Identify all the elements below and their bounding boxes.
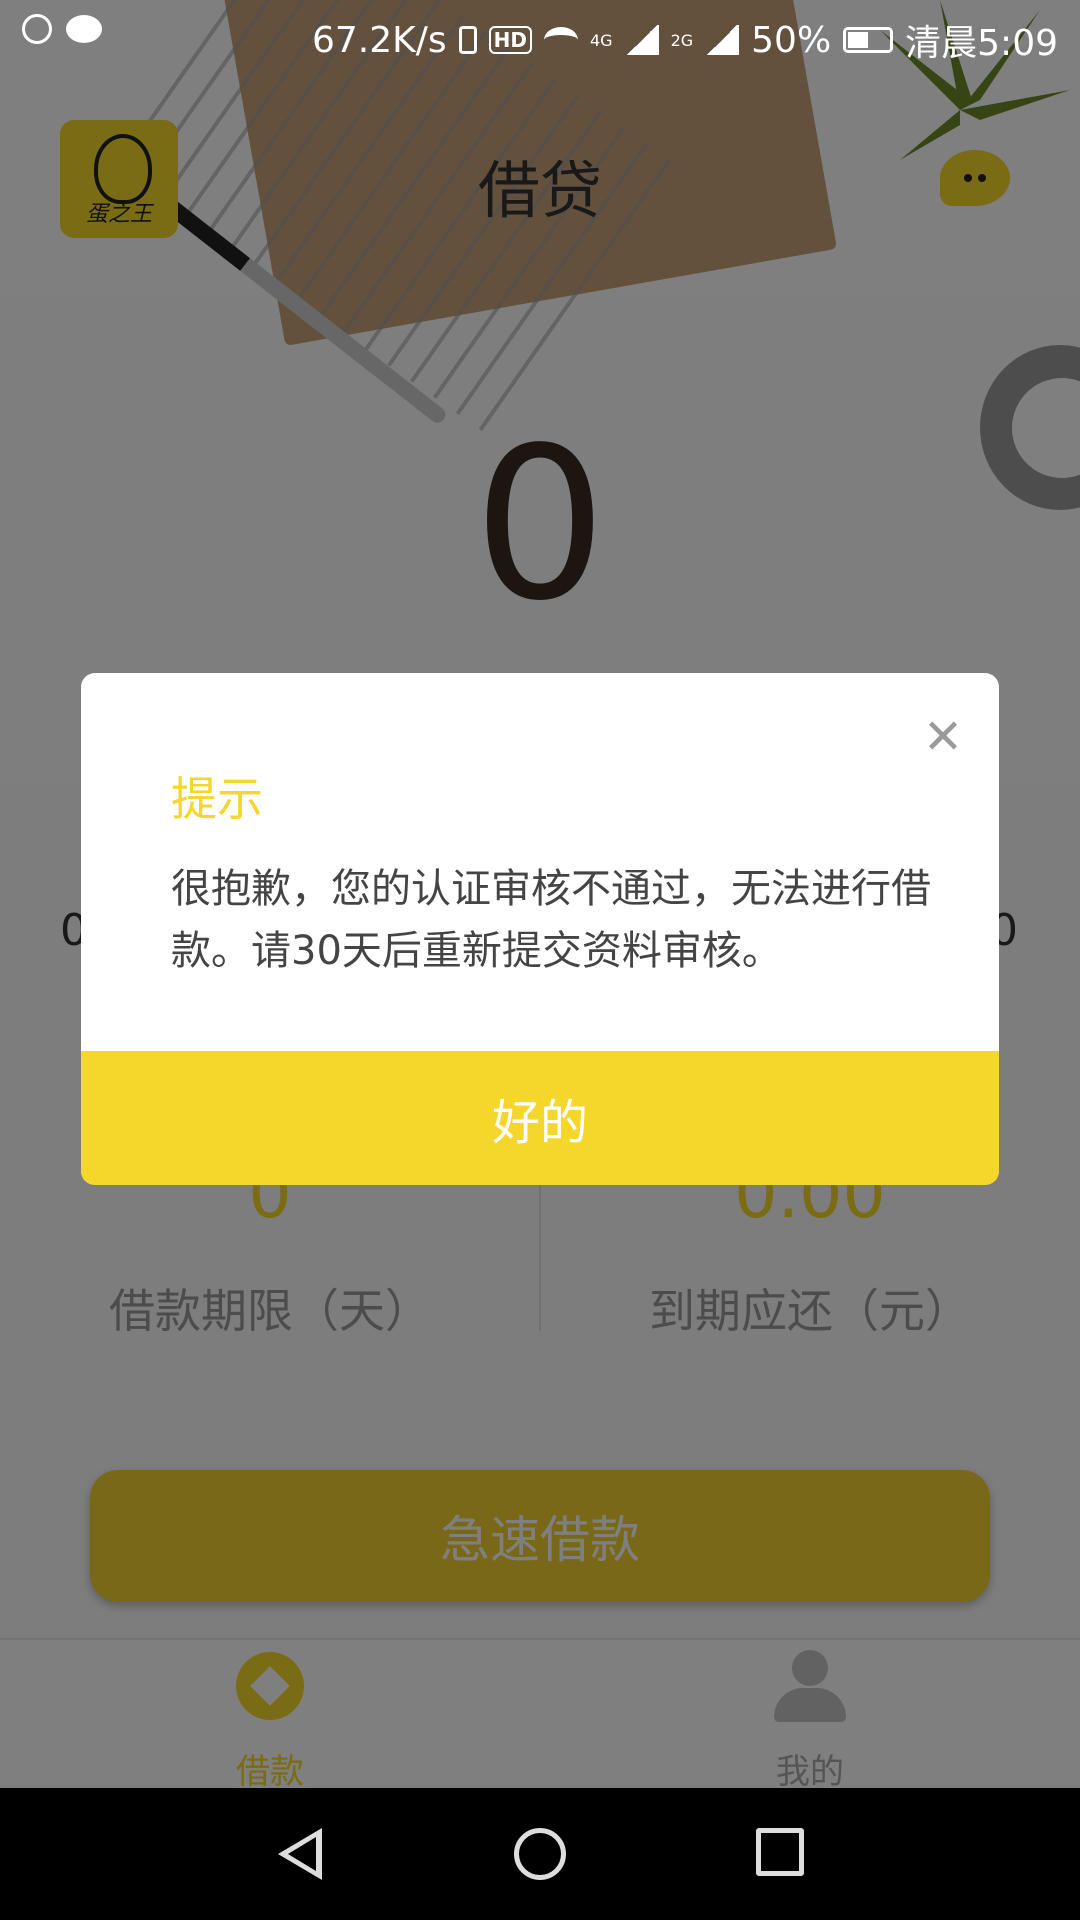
battery-percent: 50% [751,19,832,61]
brightness-icon [22,14,52,44]
status-bar: 67.2K/s HD 4G 2G 50% 清晨5:09 [0,0,1080,72]
close-icon[interactable]: ✕ [919,713,967,761]
hd-icon: HD [488,26,532,54]
clock: 清晨5:09 [905,23,1058,64]
message-icon [66,15,102,43]
wifi-icon [543,27,578,53]
battery-icon [843,27,894,53]
vibrate-icon [458,26,477,54]
network-2g-label: 2G [670,30,694,50]
signal-icon [705,25,740,55]
dialog-message: 很抱歉，您的认证审核不通过，无法进行借款。请30天后重新提交资料审核。 [171,866,931,974]
net-speed: 67.2K/s [311,19,447,61]
ok-button[interactable]: 好的 [81,1051,999,1185]
system-nav-bar [0,1788,1080,1920]
recent-apps-icon[interactable] [756,1828,804,1876]
dialog-title: 提示 [171,772,263,826]
home-icon[interactable] [514,1828,566,1880]
back-icon[interactable] [278,1828,322,1880]
network-4g-label: 4G [589,30,613,50]
alert-dialog: ✕ 提示 很抱歉，您的认证审核不通过，无法进行借款。请30天后重新提交资料审核。… [81,673,999,1185]
signal-icon [624,25,659,55]
